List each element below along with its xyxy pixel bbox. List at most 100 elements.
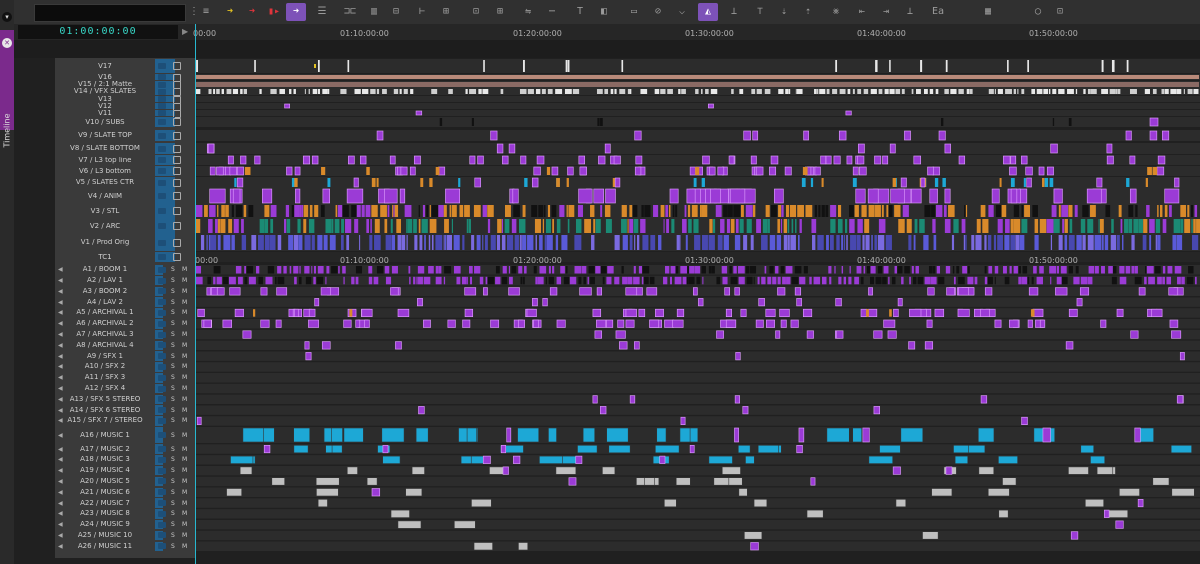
still-clip[interactable] bbox=[464, 205, 470, 217]
audio-clip[interactable] bbox=[687, 266, 689, 274]
audio-clip[interactable] bbox=[1162, 276, 1165, 285]
audio-clip[interactable] bbox=[883, 266, 889, 274]
music-clip[interactable] bbox=[892, 466, 901, 475]
slate-clip[interactable] bbox=[944, 143, 951, 154]
lower-third-clip[interactable] bbox=[469, 155, 476, 165]
vfx-slate-clip[interactable] bbox=[196, 89, 201, 94]
still-clip[interactable] bbox=[365, 205, 371, 217]
audio-clip[interactable] bbox=[1027, 319, 1033, 328]
lower-third-clip[interactable] bbox=[400, 166, 408, 176]
audio-clip[interactable] bbox=[196, 266, 202, 274]
audio-clip[interactable] bbox=[780, 319, 787, 328]
archival-clip[interactable] bbox=[906, 219, 912, 233]
slate-clip[interactable] bbox=[1125, 130, 1132, 141]
lower-third-clip[interactable] bbox=[825, 155, 832, 165]
marker[interactable] bbox=[317, 60, 320, 72]
still-clip[interactable] bbox=[1074, 205, 1078, 217]
audio-clip[interactable] bbox=[444, 266, 452, 274]
audio-clip[interactable] bbox=[244, 266, 247, 274]
audio-clip[interactable] bbox=[634, 341, 640, 350]
audio-clip[interactable] bbox=[761, 276, 766, 285]
audio-clip[interactable] bbox=[911, 266, 914, 274]
vfx-slate-clip[interactable] bbox=[376, 89, 380, 94]
archival-clip[interactable] bbox=[1138, 219, 1143, 233]
vfx-slate-clip[interactable] bbox=[710, 89, 718, 94]
archival-clip[interactable] bbox=[466, 219, 469, 233]
track-lane[interactable] bbox=[195, 130, 1200, 141]
audio-clip[interactable] bbox=[592, 395, 598, 404]
audio-clip[interactable] bbox=[548, 266, 551, 274]
animation-clip[interactable] bbox=[911, 188, 922, 204]
slate-clip[interactable] bbox=[920, 177, 926, 188]
audio-clip[interactable] bbox=[304, 266, 310, 274]
audio-clip[interactable] bbox=[777, 287, 786, 296]
archival-clip[interactable] bbox=[1021, 219, 1028, 233]
vfx-slate-clip[interactable] bbox=[1144, 89, 1150, 94]
clip[interactable] bbox=[284, 103, 290, 109]
music-clip[interactable] bbox=[862, 427, 870, 443]
production-clip[interactable] bbox=[951, 235, 955, 250]
production-clip[interactable] bbox=[776, 235, 782, 250]
audio-clip[interactable] bbox=[1144, 276, 1147, 285]
music-clip[interactable] bbox=[1070, 531, 1079, 540]
still-clip[interactable] bbox=[1169, 205, 1172, 217]
archival-clip[interactable] bbox=[1120, 219, 1123, 233]
lower-third-clip[interactable] bbox=[846, 155, 853, 165]
production-clip[interactable] bbox=[1157, 235, 1161, 250]
audio-clip[interactable] bbox=[894, 266, 898, 274]
vfx-slate-clip[interactable] bbox=[1115, 89, 1118, 94]
production-clip[interactable] bbox=[1122, 235, 1124, 250]
production-clip[interactable] bbox=[629, 235, 633, 250]
audio-clip[interactable] bbox=[1111, 276, 1117, 285]
audio-clip[interactable] bbox=[1094, 266, 1099, 274]
audio-clip[interactable] bbox=[664, 319, 674, 328]
still-clip[interactable] bbox=[291, 205, 295, 217]
audio-clip[interactable] bbox=[511, 266, 517, 274]
audio-clip[interactable] bbox=[466, 276, 468, 285]
audio-clip[interactable] bbox=[891, 276, 896, 285]
track-lane[interactable] bbox=[195, 340, 1200, 351]
lower-third-clip[interactable] bbox=[1046, 166, 1054, 176]
audio-clip[interactable] bbox=[928, 266, 933, 274]
audio-clip[interactable] bbox=[574, 266, 582, 274]
production-clip[interactable] bbox=[622, 235, 628, 250]
audio-clip[interactable] bbox=[806, 330, 814, 339]
still-clip[interactable] bbox=[566, 205, 568, 217]
lower-third-clip[interactable] bbox=[1147, 167, 1152, 175]
production-clip[interactable] bbox=[787, 235, 790, 250]
audio-clip[interactable] bbox=[298, 276, 302, 285]
still-clip[interactable] bbox=[632, 205, 638, 217]
audio-clip[interactable] bbox=[887, 330, 897, 339]
vfx-slate-clip[interactable] bbox=[382, 89, 387, 94]
production-clip[interactable] bbox=[293, 235, 299, 250]
music-clip[interactable] bbox=[708, 455, 733, 464]
slate-clip[interactable] bbox=[614, 177, 621, 188]
audio-clip[interactable] bbox=[483, 287, 488, 296]
archival-clip[interactable] bbox=[331, 219, 334, 233]
production-clip[interactable] bbox=[535, 235, 537, 250]
audio-clip[interactable] bbox=[248, 276, 256, 285]
audio-clip[interactable] bbox=[569, 276, 577, 285]
archival-clip[interactable] bbox=[501, 219, 504, 233]
production-clip[interactable] bbox=[885, 235, 892, 250]
audio-clip[interactable] bbox=[994, 319, 1002, 328]
archival-clip[interactable] bbox=[354, 219, 359, 233]
archival-clip[interactable] bbox=[629, 219, 634, 233]
production-clip[interactable] bbox=[750, 235, 754, 250]
production-clip[interactable] bbox=[798, 235, 800, 250]
audio-clip[interactable] bbox=[229, 287, 241, 296]
vfx-slate-clip[interactable] bbox=[541, 89, 546, 94]
still-clip[interactable] bbox=[797, 205, 804, 217]
audio-clip[interactable] bbox=[1061, 276, 1068, 285]
audio-clip[interactable] bbox=[893, 308, 899, 318]
audio-clip[interactable] bbox=[952, 266, 955, 274]
audio-clip[interactable] bbox=[355, 266, 363, 274]
archival-clip[interactable] bbox=[451, 219, 453, 233]
audio-clip[interactable] bbox=[294, 276, 297, 285]
audio-clip[interactable] bbox=[456, 276, 461, 285]
audio-clip[interactable] bbox=[495, 276, 501, 285]
audio-clip[interactable] bbox=[1101, 266, 1105, 274]
lower-third-clip[interactable] bbox=[913, 155, 921, 165]
archival-clip[interactable] bbox=[1034, 219, 1039, 233]
audio-clip[interactable] bbox=[304, 341, 310, 350]
